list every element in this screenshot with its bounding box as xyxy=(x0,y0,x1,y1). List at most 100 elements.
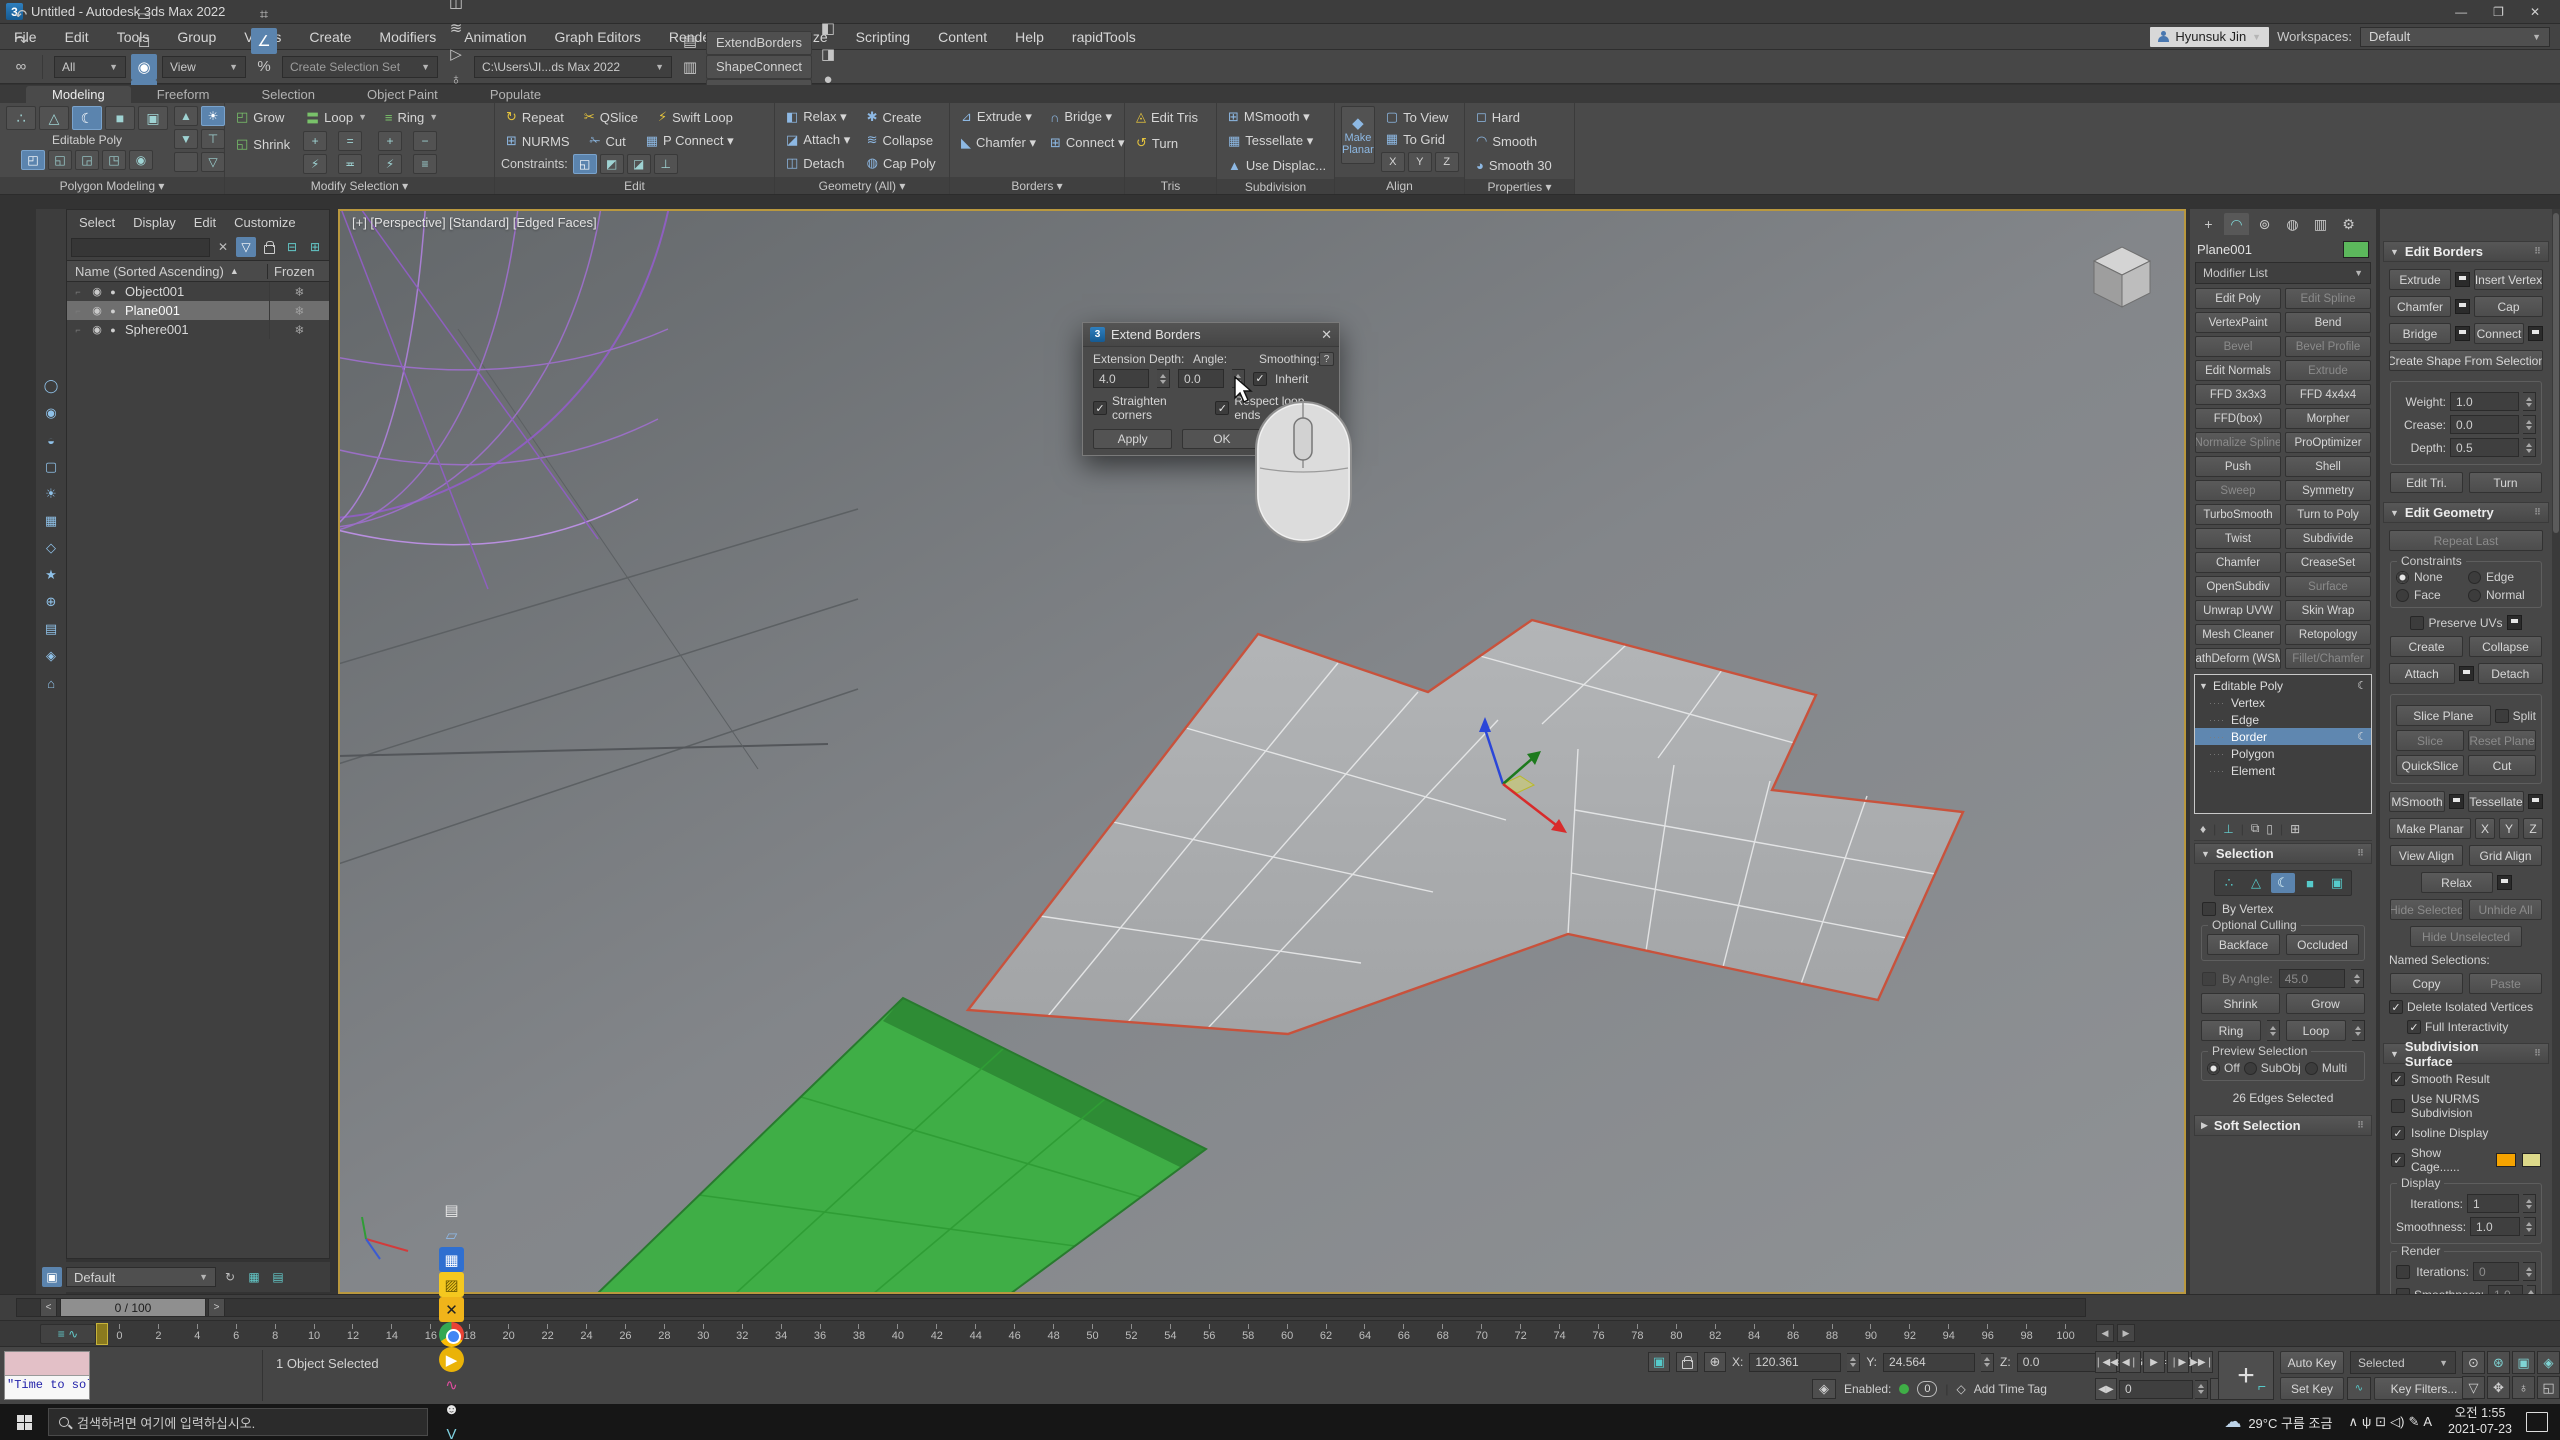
ring-tool-icon[interactable]: − xyxy=(413,131,437,151)
subobject-mode-button[interactable]: ■ xyxy=(105,106,135,130)
subdivision-tool-button[interactable]: ▲Use Displac... xyxy=(1223,154,1331,176)
pin-stack-icon[interactable]: ♦ xyxy=(2200,822,2206,836)
ribbon-tab[interactable]: Object Paint xyxy=(341,86,464,103)
toolbar-icon[interactable]: ∠ xyxy=(251,28,277,54)
crease-field[interactable]: 0.0 xyxy=(2450,415,2519,434)
collapse-button[interactable]: Collapse xyxy=(2469,636,2542,657)
modifier-button[interactable]: PathDeform (WSM) xyxy=(2195,648,2281,669)
modifier-button[interactable]: Sweep xyxy=(2195,480,2281,501)
visibility-eye-icon[interactable]: ◉ xyxy=(89,304,105,317)
respect-loop-ends-checkbox[interactable]: ✓ xyxy=(1215,401,1229,415)
tessellate-button[interactable]: Tessellate xyxy=(2468,791,2524,812)
toolbar-icon[interactable]: ▤ xyxy=(677,28,703,54)
selection-lock-icon[interactable]: ▣ xyxy=(1648,1352,1670,1372)
edit-geometry-rollout-header[interactable]: ▼Edit Geometry⠿ xyxy=(2383,502,2549,523)
turn-button[interactable]: Turn xyxy=(2469,472,2542,493)
maximize-viewport-icon[interactable]: ◱ xyxy=(2537,1376,2560,1399)
menu-item[interactable]: Graph Editors xyxy=(540,24,654,49)
pen-icon[interactable]: ✎ xyxy=(2408,1414,2419,1429)
network-icon[interactable]: ⊡ xyxy=(2375,1414,2386,1429)
soft-selection-rollout-header[interactable]: ▶Soft Selection⠿ xyxy=(2194,1115,2372,1136)
stack-tool-icon[interactable]: ▼ xyxy=(174,129,198,149)
section-label[interactable]: Properties ▾ xyxy=(1465,179,1574,194)
onoff-icon[interactable]: ☾ xyxy=(2357,679,2367,692)
preview-subobj-radio[interactable] xyxy=(2244,1062,2257,1075)
loop-tool-icon[interactable]: ⚡ xyxy=(303,154,327,174)
prev-key-icon[interactable]: ◀ xyxy=(2096,1324,2114,1342)
playback-button[interactable]: ◀❘ xyxy=(2119,1351,2141,1373)
use-nurms-checkbox[interactable] xyxy=(2391,1099,2405,1113)
geometry-tool-button[interactable]: ◍Cap Poly xyxy=(862,152,943,174)
ring-button[interactable]: ≡Ring▼ xyxy=(380,106,443,128)
bridge-button[interactable]: Bridge xyxy=(2389,323,2451,344)
constraint-toggle-icon[interactable]: ◩ xyxy=(600,154,624,174)
auto-key-button[interactable]: Auto Key xyxy=(2280,1351,2344,1374)
constraint-toggle-icon[interactable]: ◪ xyxy=(627,154,651,174)
by-angle-checkbox[interactable] xyxy=(2202,972,2216,986)
stack-tool-icon[interactable]: ▽ xyxy=(201,152,225,172)
section-label[interactable]: Tris xyxy=(1125,177,1216,194)
orbit-icon[interactable]: ♁ xyxy=(2512,1376,2535,1399)
edit-tool-button[interactable]: ⚡Swift Loop xyxy=(653,106,738,128)
time-slider-track[interactable] xyxy=(16,1298,2086,1317)
modifier-button[interactable]: Shell xyxy=(2285,456,2371,477)
loop-tool-icon[interactable]: + xyxy=(303,131,327,151)
x-app-icon[interactable]: ✕ xyxy=(439,1297,464,1322)
animation-layers-icon[interactable]: ◈ xyxy=(1812,1379,1836,1399)
ribbon-tab[interactable]: Freeform xyxy=(131,86,236,103)
toolbar-icon[interactable]: ▭ xyxy=(131,2,157,28)
ribbon-tab[interactable]: Selection xyxy=(236,86,341,103)
apply-button[interactable]: Apply xyxy=(1093,429,1172,449)
x-button[interactable]: X xyxy=(2475,818,2495,839)
flat-list-icon[interactable]: ⊞ xyxy=(305,237,325,257)
reference-coordinate-select[interactable]: View▼ xyxy=(162,56,246,78)
toolbar-icon[interactable]: ▷ xyxy=(443,41,469,67)
menu-item[interactable]: Group xyxy=(163,24,230,49)
preserve-uvs-checkbox[interactable] xyxy=(2410,616,2424,630)
ribbon-tab[interactable]: Populate xyxy=(464,86,567,103)
border-tool-button[interactable]: ∩Bridge ▾ xyxy=(1045,106,1129,128)
visibility-eye-icon[interactable]: ◉ xyxy=(89,323,105,336)
frozen-cell-icon[interactable]: ❄ xyxy=(269,301,329,320)
loop-button[interactable]: Loop xyxy=(2286,1020,2346,1041)
calculator-icon[interactable]: ▦ xyxy=(439,1247,464,1272)
section-label[interactable]: Polygon Modeling ▾ xyxy=(0,177,224,194)
command-panel-tab[interactable]: ◍ xyxy=(2280,213,2305,235)
slice-plane-button[interactable]: Slice Plane xyxy=(2396,705,2491,726)
modifier-button[interactable]: Fillet/Chamfer xyxy=(2285,648,2371,669)
poly-tool-icon[interactable]: ◲ xyxy=(75,150,99,170)
taskbar-search[interactable]: 검색하려면 여기에 입력하십시오. xyxy=(48,1408,428,1436)
properties-tool-button[interactable]: ◠Smooth xyxy=(1471,130,1542,152)
modifier-button[interactable]: Skin Wrap xyxy=(2285,600,2371,621)
object-color-swatch[interactable] xyxy=(2343,241,2369,258)
z-button[interactable]: Z xyxy=(2523,818,2543,839)
modifier-button[interactable]: OpenSubdiv xyxy=(2195,576,2281,597)
display-iterations-field[interactable]: 1 xyxy=(2467,1194,2519,1213)
poly-tool-icon[interactable]: ◱ xyxy=(48,150,72,170)
mini-curve-editor-button[interactable]: ≡ ∿ xyxy=(40,1324,96,1344)
dialog-help-button[interactable]: ? xyxy=(1319,352,1334,366)
visibility-eye-icon[interactable]: ◉ xyxy=(89,285,105,298)
make-planar-button[interactable]: Make Planar xyxy=(2389,818,2471,839)
track-bar[interactable]: ≡ ∿ 024681012141618202224262830323436384… xyxy=(0,1320,2560,1347)
modifier-button[interactable]: Subdivide xyxy=(2285,528,2371,549)
section-label[interactable]: Borders ▾ xyxy=(950,177,1124,194)
toolbar-icon[interactable]: ↶ xyxy=(8,2,34,28)
edit-borders-rollout-header[interactable]: ▼Edit Borders⠿ xyxy=(2383,241,2549,262)
poly-tool-icon[interactable]: ◉ xyxy=(129,150,153,170)
preserve-uvs-settings-icon[interactable] xyxy=(2507,615,2522,630)
properties-tool-button[interactable]: ◻Hard xyxy=(1471,106,1525,128)
render-iterations-field[interactable]: 0 xyxy=(2473,1262,2519,1281)
modifier-button[interactable]: Extrude xyxy=(2285,360,2371,381)
ime-icon[interactable]: A xyxy=(2423,1414,2432,1429)
name-column-header[interactable]: Name (Sorted Ascending)▲ xyxy=(67,264,267,279)
msmooth-button[interactable]: MSmooth xyxy=(2389,791,2445,812)
task-view-icon[interactable]: ▤ xyxy=(439,1197,464,1222)
constraint-none-radio[interactable] xyxy=(2396,571,2409,584)
people-icon[interactable]: ☻ xyxy=(439,1397,464,1422)
subobject-level-icon[interactable]: ☾ xyxy=(2271,873,2295,893)
panel-scrollbar[interactable] xyxy=(2552,209,2560,1294)
modifier-button[interactable]: Mesh Cleaner xyxy=(2195,624,2281,645)
axis-button[interactable]: Z xyxy=(1435,152,1459,172)
preview-multi-radio[interactable] xyxy=(2305,1062,2318,1075)
